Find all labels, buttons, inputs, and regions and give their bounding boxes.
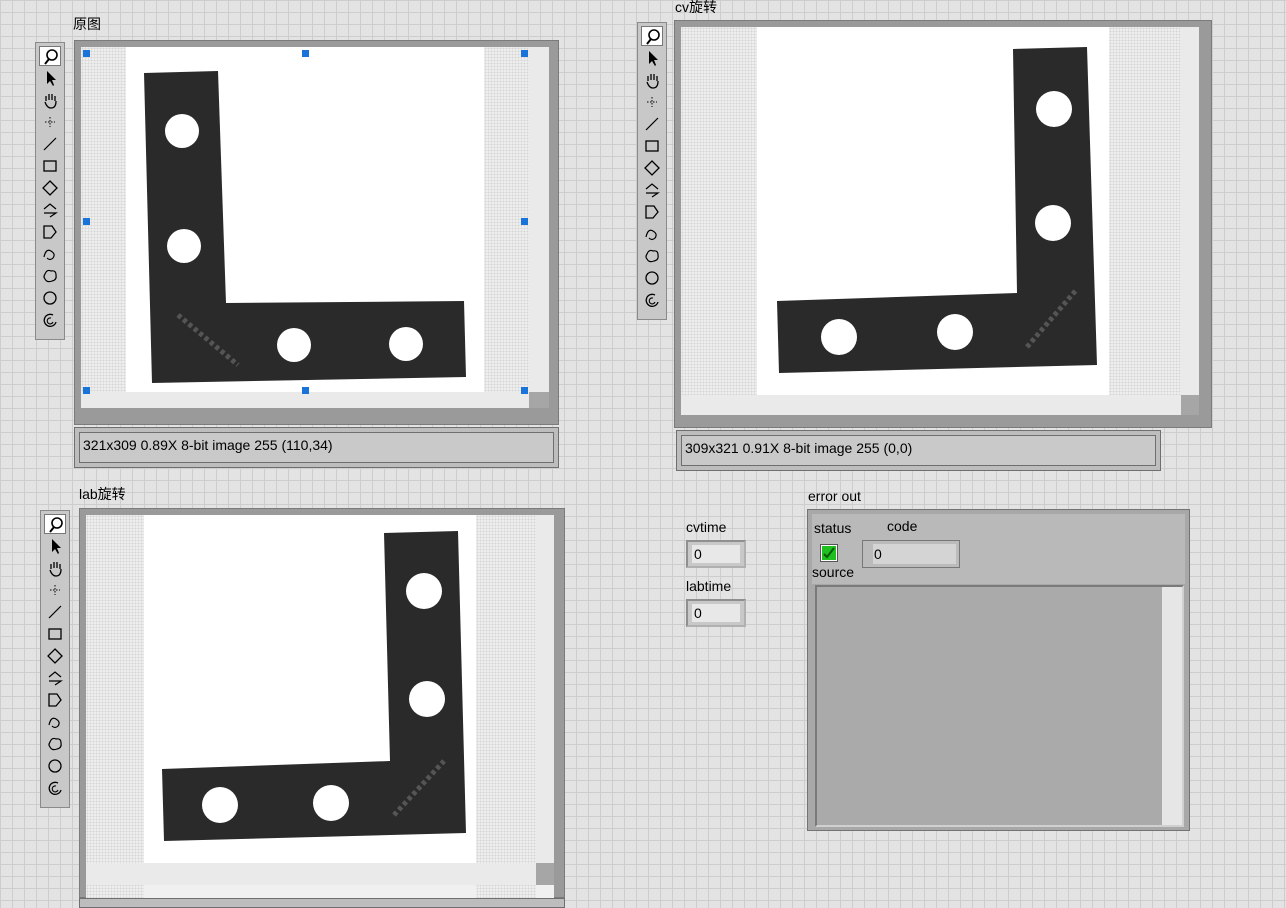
zoom-icon[interactable] [39, 46, 61, 66]
cv-rotate-status-bar: 309x321 0.91X 8-bit image 255 (0,0) [676, 430, 1161, 471]
point-tool-icon[interactable] [39, 112, 61, 132]
polygon-tool-icon[interactable] [39, 222, 61, 242]
labtime-value: 0 [692, 604, 740, 622]
code-value: 0 [873, 544, 956, 564]
line-tool-icon[interactable] [39, 134, 61, 154]
cv-rotated-image [757, 27, 1109, 395]
annulus-tool-icon[interactable] [44, 668, 66, 688]
cv-rotate-status-text: 309x321 0.91X 8-bit image 255 (0,0) [681, 435, 1156, 466]
oval-tool-icon[interactable] [44, 756, 66, 776]
selection-handle[interactable] [521, 218, 528, 225]
rotated-rect-tool-icon[interactable] [39, 178, 61, 198]
cvtime-indicator: 0 [686, 540, 746, 568]
polygon-tool-icon[interactable] [641, 202, 663, 222]
error-out-cluster: status code d 0 source [807, 509, 1190, 831]
original-status-bar: 321x309 0.89X 8-bit image 255 (110,34) [74, 427, 559, 468]
labtime-label: labtime [686, 578, 732, 594]
rectangle-tool-icon[interactable] [641, 136, 663, 156]
lab-rotate-tools [41, 514, 69, 798]
status-checkbox[interactable] [820, 544, 838, 562]
zoom-icon[interactable] [641, 26, 663, 46]
selection-handle[interactable] [302, 50, 309, 57]
oval-tool-icon[interactable] [641, 268, 663, 288]
selection-handle[interactable] [83, 50, 90, 57]
annulus-tool-icon[interactable] [39, 200, 61, 220]
rectangle-tool-icon[interactable] [44, 624, 66, 644]
selection-handle[interactable] [521, 387, 528, 394]
point-tool-icon[interactable] [641, 92, 663, 112]
oval-tool-icon[interactable] [39, 288, 61, 308]
source-text-display[interactable] [815, 585, 1184, 827]
original-toolbox [35, 42, 65, 340]
original-tools [36, 46, 64, 330]
rectangle-tool-icon[interactable] [39, 156, 61, 176]
select-pointer-icon[interactable] [641, 48, 663, 68]
cvtime-label: cvtime [686, 519, 727, 535]
code-indicator: 0 [862, 540, 960, 568]
cv-rotate-toolbox [637, 22, 667, 320]
rotated-rect-tool-icon[interactable] [641, 158, 663, 178]
polygon-tool-icon[interactable] [44, 690, 66, 710]
zoom-icon[interactable] [44, 514, 66, 534]
status-label: status [814, 520, 852, 536]
pan-hand-icon[interactable] [44, 558, 66, 578]
pan-hand-icon[interactable] [641, 70, 663, 90]
cv-rotate-label: cv旋转 [675, 0, 717, 15]
selection-handle[interactable] [83, 387, 90, 394]
point-tool-icon[interactable] [44, 580, 66, 600]
lab-rotate-label: lab旋转 [79, 486, 126, 502]
freehand-line-tool-icon[interactable] [641, 224, 663, 244]
line-tool-icon[interactable] [641, 114, 663, 134]
freehand-region-tool-icon[interactable] [44, 734, 66, 754]
broken-annulus-tool-icon[interactable] [641, 290, 663, 310]
lab-rotate-image-display[interactable] [79, 508, 565, 899]
selection-handle[interactable] [302, 387, 309, 394]
error-out-label: error out [808, 488, 861, 504]
broken-annulus-tool-icon[interactable] [39, 310, 61, 330]
cvtime-value: 0 [692, 545, 740, 563]
labtime-indicator: 0 [686, 599, 746, 627]
source-label: source [812, 564, 855, 580]
lab-rotate-toolbox [40, 510, 70, 808]
pan-hand-icon[interactable] [39, 90, 61, 110]
cv-rotate-tools [638, 26, 666, 310]
cv-rotate-image-display[interactable] [674, 20, 1212, 428]
original-image [126, 47, 484, 392]
rotated-rect-tool-icon[interactable] [44, 646, 66, 666]
select-pointer-icon[interactable] [39, 68, 61, 88]
annulus-tool-icon[interactable] [641, 180, 663, 200]
original-image-display[interactable] [74, 40, 559, 425]
selection-handle[interactable] [521, 50, 528, 57]
freehand-line-tool-icon[interactable] [39, 244, 61, 264]
selection-handle[interactable] [83, 218, 90, 225]
original-status-text: 321x309 0.89X 8-bit image 255 (110,34) [79, 432, 554, 463]
status-ok-check-icon [822, 546, 836, 560]
lab-rotate-status-bar [79, 898, 565, 908]
lab-rotated-image [144, 515, 476, 863]
source-scrollbar[interactable] [1162, 587, 1182, 825]
freehand-line-tool-icon[interactable] [44, 712, 66, 732]
broken-annulus-tool-icon[interactable] [44, 778, 66, 798]
select-pointer-icon[interactable] [44, 536, 66, 556]
freehand-region-tool-icon[interactable] [641, 246, 663, 266]
freehand-region-tool-icon[interactable] [39, 266, 61, 286]
original-image-label: 原图 [73, 16, 101, 32]
line-tool-icon[interactable] [44, 602, 66, 622]
code-label: code [887, 518, 918, 534]
